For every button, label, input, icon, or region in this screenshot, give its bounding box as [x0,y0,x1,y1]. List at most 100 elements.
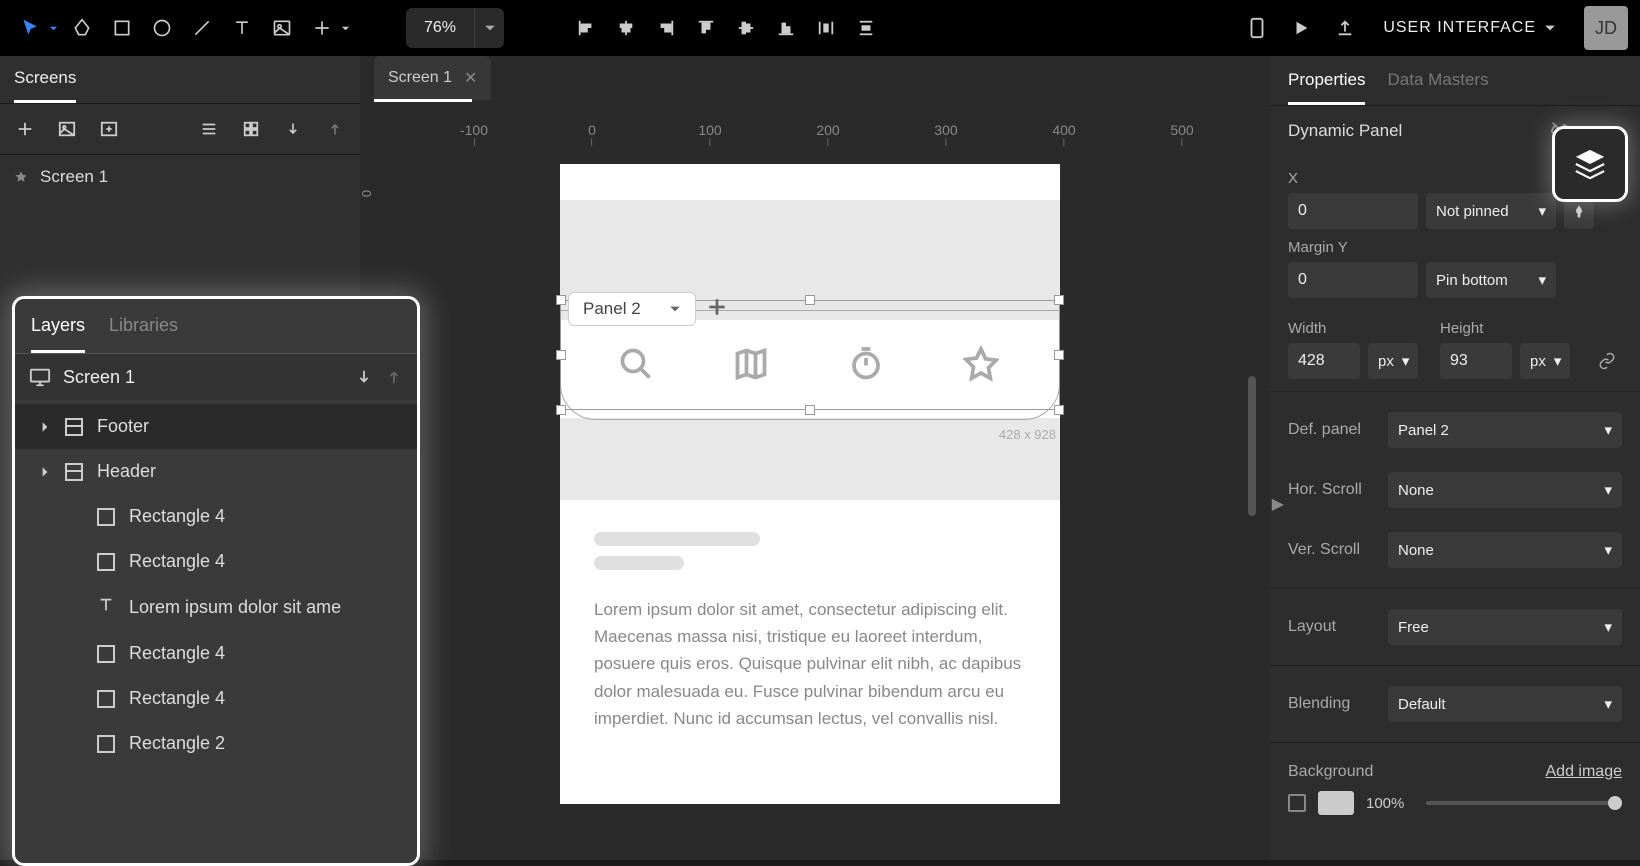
canvas[interactable]: Screen 1 ✕ -100 0 100 200 300 400 500 0 … [360,56,1270,860]
text-tool[interactable] [224,10,260,46]
screen-list-item[interactable]: Screen 1 [0,155,360,199]
zoom-value: 76% [406,19,474,37]
ellipse-tool[interactable] [144,10,180,46]
align-bottom-icon[interactable] [768,10,804,46]
height-input[interactable] [1440,343,1512,379]
map-icon[interactable] [733,346,769,382]
layer-label: Rectangle 4 [129,688,225,709]
layer-label: Rectangle 4 [129,506,225,527]
pointer-tool[interactable] [12,10,48,46]
blending-select[interactable]: Default▾ [1388,686,1622,722]
hor-scroll-select[interactable]: None▾ [1388,472,1622,508]
width-unit[interactable]: px▾ [1368,343,1418,379]
add-screen-icon[interactable] [10,114,40,144]
layer-row-rect[interactable]: Rectangle 4 [15,676,417,721]
profile-dropdown-label: USER INTERFACE [1383,19,1536,37]
link-dimensions-icon[interactable] [1592,343,1622,379]
def-panel-select[interactable]: Panel 2▾ [1388,412,1622,448]
bg-checkbox[interactable] [1288,794,1306,812]
align-tools [568,10,884,46]
expand-panel-icon[interactable]: ▶ [1272,494,1284,514]
ruler-horizontal: -100 0 100 200 300 400 500 [384,100,1270,146]
chevron-right-icon[interactable] [39,421,51,433]
add-frame-icon[interactable] [94,114,124,144]
layer-row-header[interactable]: Header [15,449,417,494]
device-preview-icon[interactable] [1239,10,1275,46]
x-input[interactable] [1288,193,1418,229]
arrow-up-icon[interactable] [385,368,403,386]
align-center-v-icon[interactable] [728,10,764,46]
bg-color-swatch[interactable] [1318,791,1354,815]
tab-libraries[interactable]: Libraries [109,315,178,353]
layers-icon-popup[interactable] [1552,126,1628,202]
zoom-dropdown[interactable] [474,8,504,48]
add-image-link[interactable]: Add image [1546,763,1623,781]
pointer-tool-dropdown[interactable] [46,24,60,33]
screen-list-item-label: Screen 1 [40,167,108,187]
distribute-h-icon[interactable] [808,10,844,46]
document-tab[interactable]: Screen 1 ✕ [374,56,491,100]
rect-icon [97,645,115,663]
align-left-icon[interactable] [568,10,604,46]
list-view-icon[interactable] [194,114,224,144]
artboard[interactable]: Lorem ipsum dolor sit amet, consectetur … [560,164,1060,804]
bg-opacity-slider[interactable] [1426,801,1622,805]
add-tool-dropdown[interactable] [338,24,352,33]
left-panel: Screens Screen 1 Layers Libraries Screen… [0,56,360,860]
layer-row-rect[interactable]: Rectangle 4 [15,539,417,584]
width-input[interactable] [1288,343,1360,379]
search-icon[interactable] [618,346,654,382]
topbar-right: USER INTERFACE JD [1239,6,1628,50]
screens-toolbar [0,104,360,155]
image-tool[interactable] [264,10,300,46]
arrow-down-icon[interactable] [355,368,373,386]
align-right-icon[interactable] [648,10,684,46]
sort-down-icon[interactable] [278,114,308,144]
upload-icon[interactable] [1327,10,1363,46]
layer-row-footer[interactable]: Footer [15,404,417,449]
selection-dimensions: 428 x 928 [999,427,1056,442]
tab-properties[interactable]: Properties [1288,70,1365,105]
pin-bottom-select[interactable]: Pin bottom▾ [1426,262,1556,298]
panel-select[interactable]: Panel 2 [568,292,696,326]
layout-select[interactable]: Free▾ [1388,609,1622,645]
align-center-h-icon[interactable] [608,10,644,46]
close-tab-icon[interactable]: ✕ [464,68,477,88]
layer-row-rect[interactable]: Rectangle 4 [15,631,417,676]
layer-row-text[interactable]: Lorem ipsum dolor sit ame [15,584,417,631]
distribute-v-icon[interactable] [848,10,884,46]
star-icon [14,170,28,184]
play-icon[interactable] [1283,10,1319,46]
tab-data-masters[interactable]: Data Masters [1387,70,1488,105]
layers-root-label: Screen 1 [63,367,135,388]
screens-tab[interactable]: Screens [0,56,360,104]
image-icon[interactable] [52,114,82,144]
ver-scroll-label: Ver. Scroll [1288,541,1376,559]
profile-dropdown[interactable]: USER INTERFACE [1371,19,1568,37]
line-tool[interactable] [184,10,220,46]
chevron-right-icon[interactable] [39,466,51,478]
zoom-control[interactable]: 76% [406,8,504,48]
tab-layers[interactable]: Layers [31,315,85,353]
layer-list: Footer Header Rectangle 4 Rectangle 4 [15,400,417,770]
rectangle-tool[interactable] [104,10,140,46]
sort-up-icon[interactable] [320,114,350,144]
ver-scroll-select[interactable]: None▾ [1388,532,1622,568]
height-unit[interactable]: px▾ [1520,343,1570,379]
timer-icon[interactable] [848,346,884,382]
layers-root-item[interactable]: Screen 1 [15,354,417,400]
pinned-select[interactable]: Not pinned▾ [1426,193,1556,229]
pen-tool[interactable] [64,10,100,46]
margin-input[interactable] [1288,262,1418,298]
star-icon[interactable] [963,346,999,382]
grid-view-icon[interactable] [236,114,266,144]
panel-icon [65,418,83,436]
layer-row-rect[interactable]: Rectangle 2 [15,721,417,766]
add-tool[interactable] [304,10,340,46]
add-panel-icon[interactable] [706,296,728,323]
layer-label: Header [97,461,156,482]
align-top-icon[interactable] [688,10,724,46]
avatar[interactable]: JD [1584,6,1628,50]
layer-row-rect[interactable]: Rectangle 4 [15,494,417,539]
scrollbar-vertical[interactable] [1248,376,1256,516]
